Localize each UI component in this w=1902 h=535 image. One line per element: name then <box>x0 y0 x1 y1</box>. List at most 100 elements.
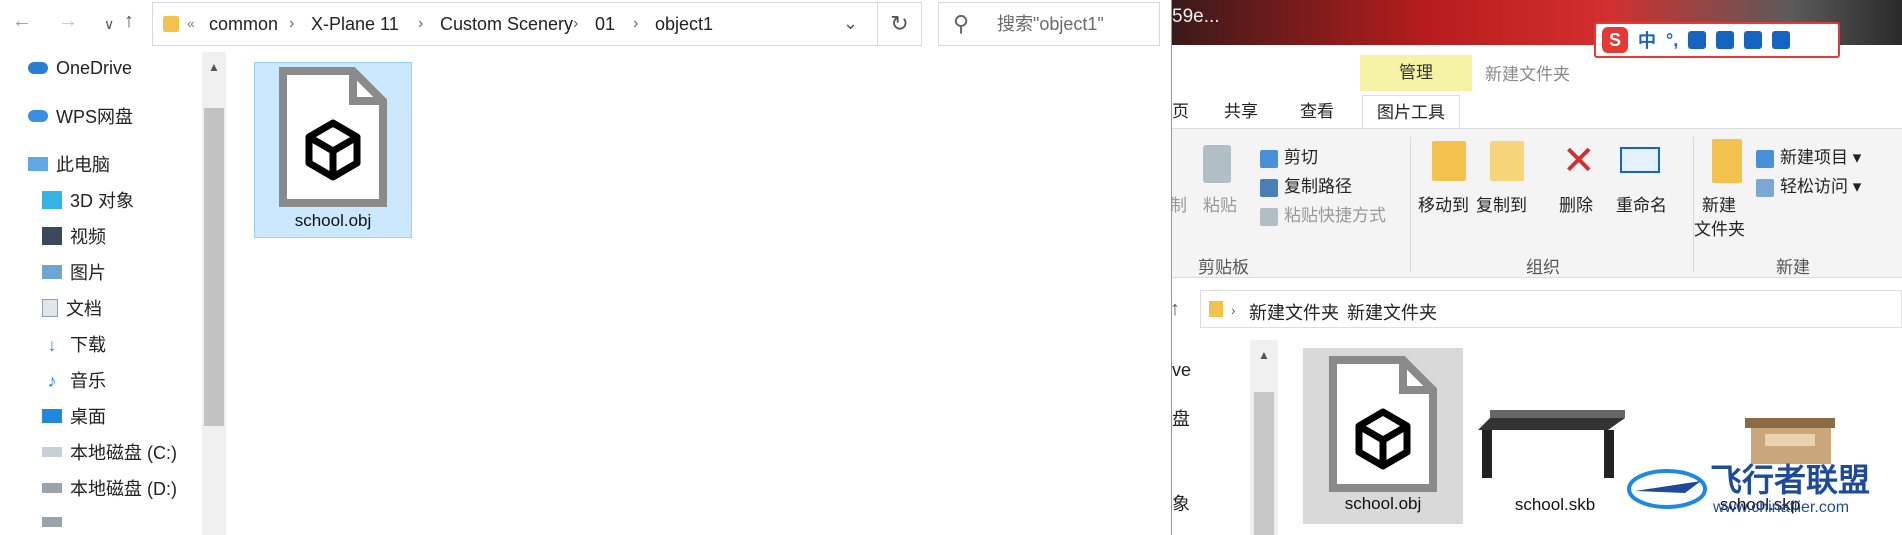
headset-icon[interactable] <box>1716 31 1735 49</box>
paste-shortcut-icon <box>1260 207 1278 226</box>
sidebar-item-onedrive[interactable]: OneDrive <box>28 53 132 83</box>
cube-3d-icon <box>42 191 62 209</box>
ime-punct-label[interactable]: °, <box>1666 30 1678 51</box>
contextual-tab-manage[interactable]: 管理 <box>1360 55 1472 91</box>
sidebar-item-downloads[interactable]: ↓ 下载 <box>42 329 107 359</box>
sidebar-fragment[interactable]: 象 <box>1172 490 1190 516</box>
breadcrumb-item[interactable]: 新建文件夹 <box>1249 299 1339 325</box>
new-folder-line1[interactable]: 新建 <box>1702 191 1736 216</box>
cloud-icon <box>28 110 48 122</box>
delete-button[interactable]: 删除 <box>1559 191 1593 216</box>
copy-path-button[interactable]: 复制路径 <box>1260 172 1352 197</box>
copy-to-button[interactable]: 复制到 <box>1476 191 1527 216</box>
drive-c-icon <box>42 447 62 457</box>
sidebar-fragment[interactable]: 盘 <box>1172 405 1190 431</box>
microphone-icon[interactable] <box>1688 31 1707 49</box>
file-item-selected[interactable]: school.obj <box>254 62 412 238</box>
folder-mini-icon <box>1209 301 1223 317</box>
group-label-clipboard: 剪贴板 <box>1198 258 1249 277</box>
file-item[interactable]: school.obj <box>1303 348 1463 524</box>
group-label-organize: 组织 <box>1526 258 1560 277</box>
cut-button[interactable]: 剪切 <box>1260 143 1318 168</box>
paste-shortcut-button[interactable]: 粘贴快捷方式 <box>1260 201 1386 226</box>
file-item[interactable]: school.skb <box>1470 360 1640 530</box>
arrow-up-icon[interactable]: ↑ <box>124 10 134 33</box>
copy-button-partial[interactable]: 制 <box>1170 191 1187 216</box>
search-icon: ⚲ <box>953 11 970 36</box>
sidebar-item-music[interactable]: ♪ 音乐 <box>42 365 107 395</box>
drive-d-icon <box>42 483 62 493</box>
sidebar-item-label: 视频 <box>70 227 106 247</box>
copy-to-icon <box>1490 141 1524 181</box>
scissors-icon <box>1260 149 1278 168</box>
ribbon-divider <box>1410 137 1411 272</box>
rename-button[interactable]: 重命名 <box>1616 191 1667 216</box>
file-name: school.obj <box>1344 494 1422 513</box>
sidebar-scrollbar[interactable]: ▲ <box>1250 340 1278 535</box>
sidebar-item-wps[interactable]: WPS网盘 <box>28 101 133 131</box>
easy-access-button[interactable]: 轻松访问 ▾ <box>1756 172 1861 197</box>
paste-button[interactable]: 粘贴 <box>1203 191 1237 216</box>
address-bar[interactable]: › 新建文件夹 › 新建文件夹 <box>1200 290 1902 328</box>
sidebar-item-cutoff[interactable] <box>42 512 70 532</box>
sidebar-item-3d-objects[interactable]: 3D 对象 <box>42 185 134 215</box>
airplane-logo-icon <box>1627 469 1707 509</box>
sidebar-item-videos[interactable]: 视频 <box>42 221 106 251</box>
sogou-logo-icon[interactable]: S <box>1602 27 1628 53</box>
breadcrumb-overflow[interactable]: « <box>187 15 195 31</box>
breadcrumb-item[interactable]: common <box>209 14 278 35</box>
tab-picture-tools[interactable]: 图片工具 <box>1362 95 1460 128</box>
arrow-right-icon[interactable]: → <box>58 10 78 33</box>
sidebar-item-label: 图片 <box>70 263 106 283</box>
copy-path-icon <box>1260 178 1278 197</box>
new-item-button[interactable]: 新建项目 ▾ <box>1756 143 1861 168</box>
window-title: 新建文件夹 <box>1485 65 1570 84</box>
crumb-separator: › <box>418 15 424 32</box>
new-folder-icon <box>1712 139 1742 183</box>
foreground-explorer-window: ← → ∨ ↑ « common › X-Plane 11 › Custom S… <box>0 0 1172 535</box>
sidebar-item-pictures[interactable]: 图片 <box>42 257 106 287</box>
download-icon: ↓ <box>47 335 57 355</box>
breadcrumb-item[interactable]: Custom Scenery <box>440 14 573 35</box>
move-to-button[interactable]: 移动到 <box>1418 191 1469 216</box>
breadcrumb-item[interactable]: 01 <box>595 14 615 35</box>
chevron-down-icon[interactable]: ∨ <box>104 16 114 33</box>
copy-path-label: 复制路径 <box>1284 177 1352 196</box>
search-box[interactable]: ⚲ <box>938 2 1160 46</box>
tab-home-partial[interactable]: 页 <box>1172 95 1189 128</box>
refresh-icon[interactable]: ↻ <box>878 2 922 46</box>
scroll-up-icon[interactable]: ▲ <box>1258 348 1270 362</box>
address-bar[interactable]: « common › X-Plane 11 › Custom Scenery ›… <box>152 2 878 46</box>
scrollbar-thumb[interactable] <box>1254 392 1274 535</box>
scrollbar-thumb[interactable] <box>204 108 224 426</box>
file-name: school.obj <box>294 211 372 230</box>
scroll-up-icon[interactable]: ▲ <box>208 60 220 74</box>
sidebar-item-label: 音乐 <box>70 371 106 391</box>
sidebar-fragment[interactable]: ve <box>1172 360 1191 381</box>
tab-view[interactable]: 查看 <box>1300 95 1334 128</box>
breadcrumb-item[interactable]: object1 <box>655 14 713 35</box>
address-dropdown-icon[interactable]: ⌄ <box>843 13 858 34</box>
tab-share[interactable]: 共享 <box>1224 95 1258 128</box>
sidebar-item-drive-c[interactable]: 本地磁盘 (C:) <box>42 437 177 467</box>
easy-access-icon <box>1756 178 1774 197</box>
breadcrumb-item[interactable]: 新建文件夹 <box>1347 299 1437 325</box>
breadcrumb-item[interactable]: X-Plane 11 <box>311 14 399 35</box>
watermark-url: www.chinaflier.com <box>1713 499 1850 516</box>
3d-object-file-icon <box>279 67 387 207</box>
sidebar-scrollbar[interactable]: ▲ <box>202 52 226 535</box>
ime-toolbar[interactable]: S 中 °, <box>1594 22 1840 58</box>
search-input[interactable] <box>997 11 1155 37</box>
crumb-separator: › <box>573 15 579 32</box>
sidebar-item-label: 桌面 <box>70 407 106 427</box>
arrow-left-icon[interactable]: ← <box>12 10 32 33</box>
new-folder-line2[interactable]: 文件夹 <box>1694 215 1745 240</box>
sidebar-item-desktop[interactable]: 桌面 <box>42 401 106 431</box>
sidebar-item-drive-d[interactable]: 本地磁盘 (D:) <box>42 473 177 503</box>
user-icon[interactable] <box>1744 31 1763 49</box>
ime-mode-label[interactable]: 中 <box>1638 27 1656 53</box>
grid-menu-icon[interactable] <box>1772 31 1791 49</box>
sidebar-item-label: WPS网盘 <box>56 107 134 127</box>
sidebar-item-this-pc[interactable]: 此电脑 <box>28 149 110 179</box>
sidebar-item-documents[interactable]: 文档 <box>42 293 102 323</box>
